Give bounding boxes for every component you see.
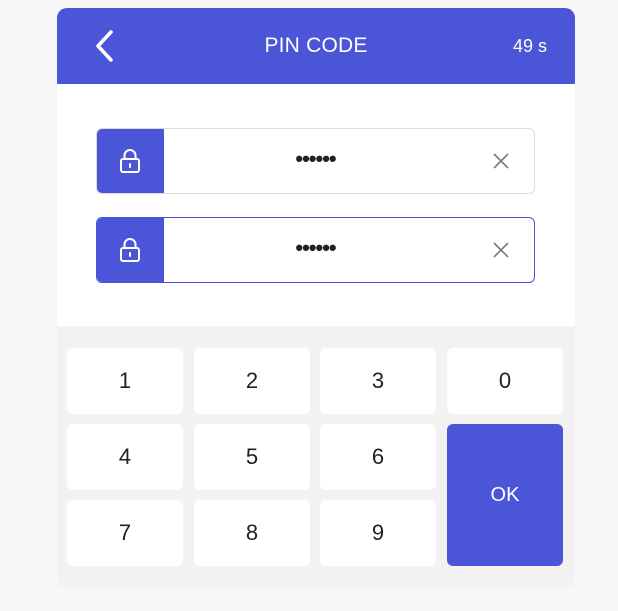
key-0[interactable]: 0 — [447, 348, 563, 414]
key-4[interactable]: 4 — [67, 424, 183, 490]
clear-button[interactable] — [486, 146, 516, 176]
lock-icon-box — [97, 129, 164, 193]
page-title: PIN CODE — [264, 34, 368, 57]
ok-button[interactable]: OK — [447, 424, 563, 566]
pin-value[interactable]: •••••• — [165, 129, 466, 193]
key-6[interactable]: 6 — [320, 424, 436, 490]
numeric-keypad: 1 2 3 0 4 5 6 7 8 9 OK — [57, 326, 575, 588]
key-8[interactable]: 8 — [194, 500, 310, 566]
close-icon — [493, 153, 509, 169]
key-7[interactable]: 7 — [67, 500, 183, 566]
lock-icon-box — [97, 218, 164, 282]
pin-field-1[interactable]: •••••• — [96, 128, 535, 194]
dialog-header: PIN CODE 49 s — [57, 8, 575, 84]
key-2[interactable]: 2 — [194, 348, 310, 414]
lock-icon — [120, 149, 140, 173]
key-5[interactable]: 5 — [194, 424, 310, 490]
lock-icon — [120, 238, 140, 262]
countdown-timer: 49 s — [512, 36, 547, 56]
key-3[interactable]: 3 — [320, 348, 436, 414]
key-1[interactable]: 1 — [67, 348, 183, 414]
pin-confirm-value[interactable]: •••••• — [165, 218, 466, 282]
clear-button[interactable] — [486, 235, 516, 265]
key-9[interactable]: 9 — [320, 500, 436, 566]
pin-code-dialog: PIN CODE 49 s •••••• •••••• 1 2 3 0 4 5 … — [57, 8, 575, 588]
close-icon — [493, 242, 509, 258]
pin-field-2[interactable]: •••••• — [96, 217, 535, 283]
